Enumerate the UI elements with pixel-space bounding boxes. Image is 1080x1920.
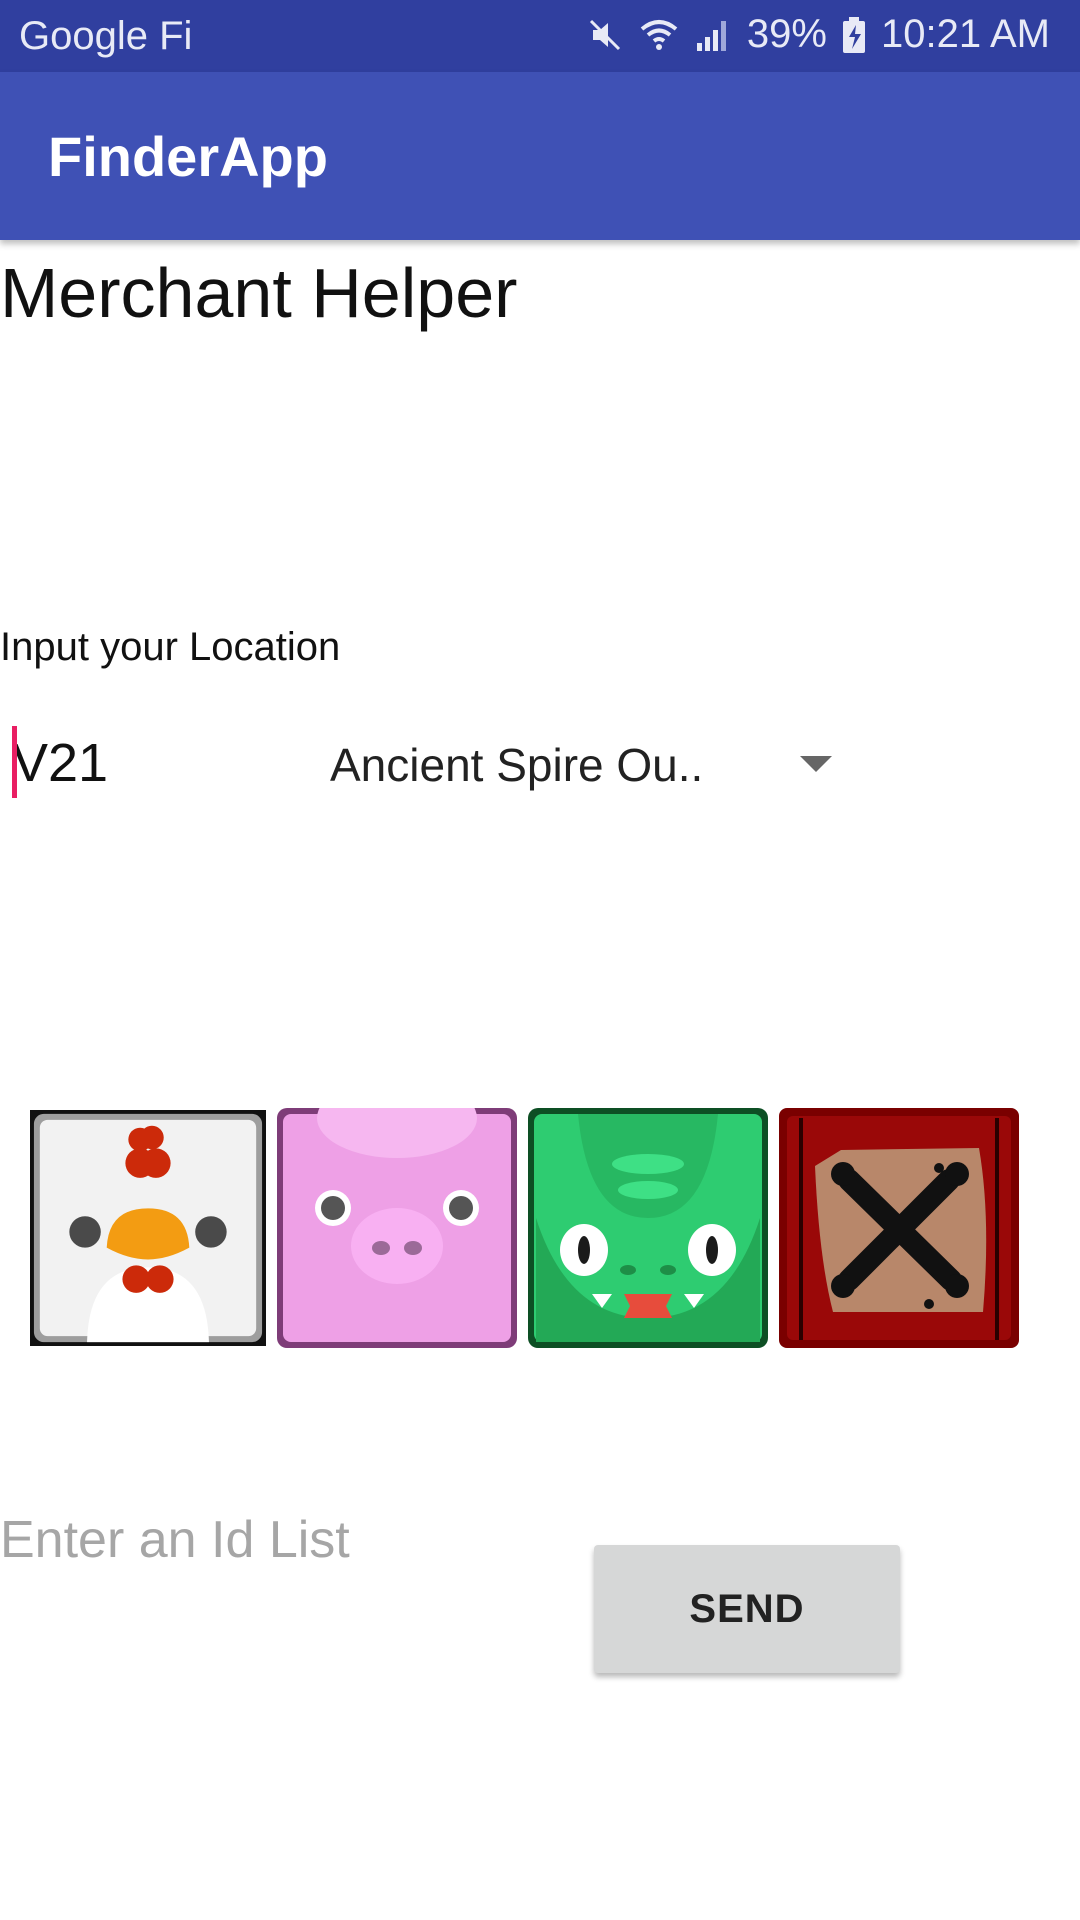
id-list-input[interactable]: [0, 1500, 560, 1580]
status-bar: Google Fi 39% 10:21 AM: [0, 0, 1080, 72]
chicken-icon: [30, 1110, 266, 1346]
battery-percent: 39%: [746, 12, 827, 56]
location-dropdown-value: Ancient Spire Ou..: [330, 739, 704, 791]
app-bar: FinderApp: [0, 72, 1080, 240]
signal-icon: [693, 15, 733, 55]
green-monster-icon: [528, 1108, 768, 1348]
mute-icon: [585, 15, 625, 55]
monster-tile[interactable]: [528, 1108, 768, 1348]
location-input[interactable]: [6, 718, 296, 808]
map-tile[interactable]: [779, 1108, 1019, 1348]
page-title: Merchant Helper: [0, 254, 518, 332]
chicken-tile[interactable]: [30, 1108, 266, 1348]
dropdown-arrow-icon: [800, 756, 832, 772]
status-icons: 39% 10:21 AM: [585, 12, 1050, 57]
send-button[interactable]: SEND: [594, 1545, 900, 1673]
wifi-icon: [639, 15, 679, 55]
pig-tile[interactable]: [277, 1108, 517, 1348]
icon-tiles: [30, 1108, 1030, 1348]
app-title: FinderApp: [48, 125, 328, 188]
carrier-name: Google Fi: [19, 14, 193, 58]
treasure-map-icon: [779, 1108, 1019, 1348]
battery-charging-icon: [841, 15, 867, 55]
text-cursor: [12, 726, 17, 798]
pig-icon: [277, 1108, 517, 1348]
location-label: Input your Location: [0, 625, 341, 669]
clock: 10:21 AM: [880, 12, 1050, 56]
location-dropdown[interactable]: Ancient Spire Ou..: [330, 722, 840, 808]
